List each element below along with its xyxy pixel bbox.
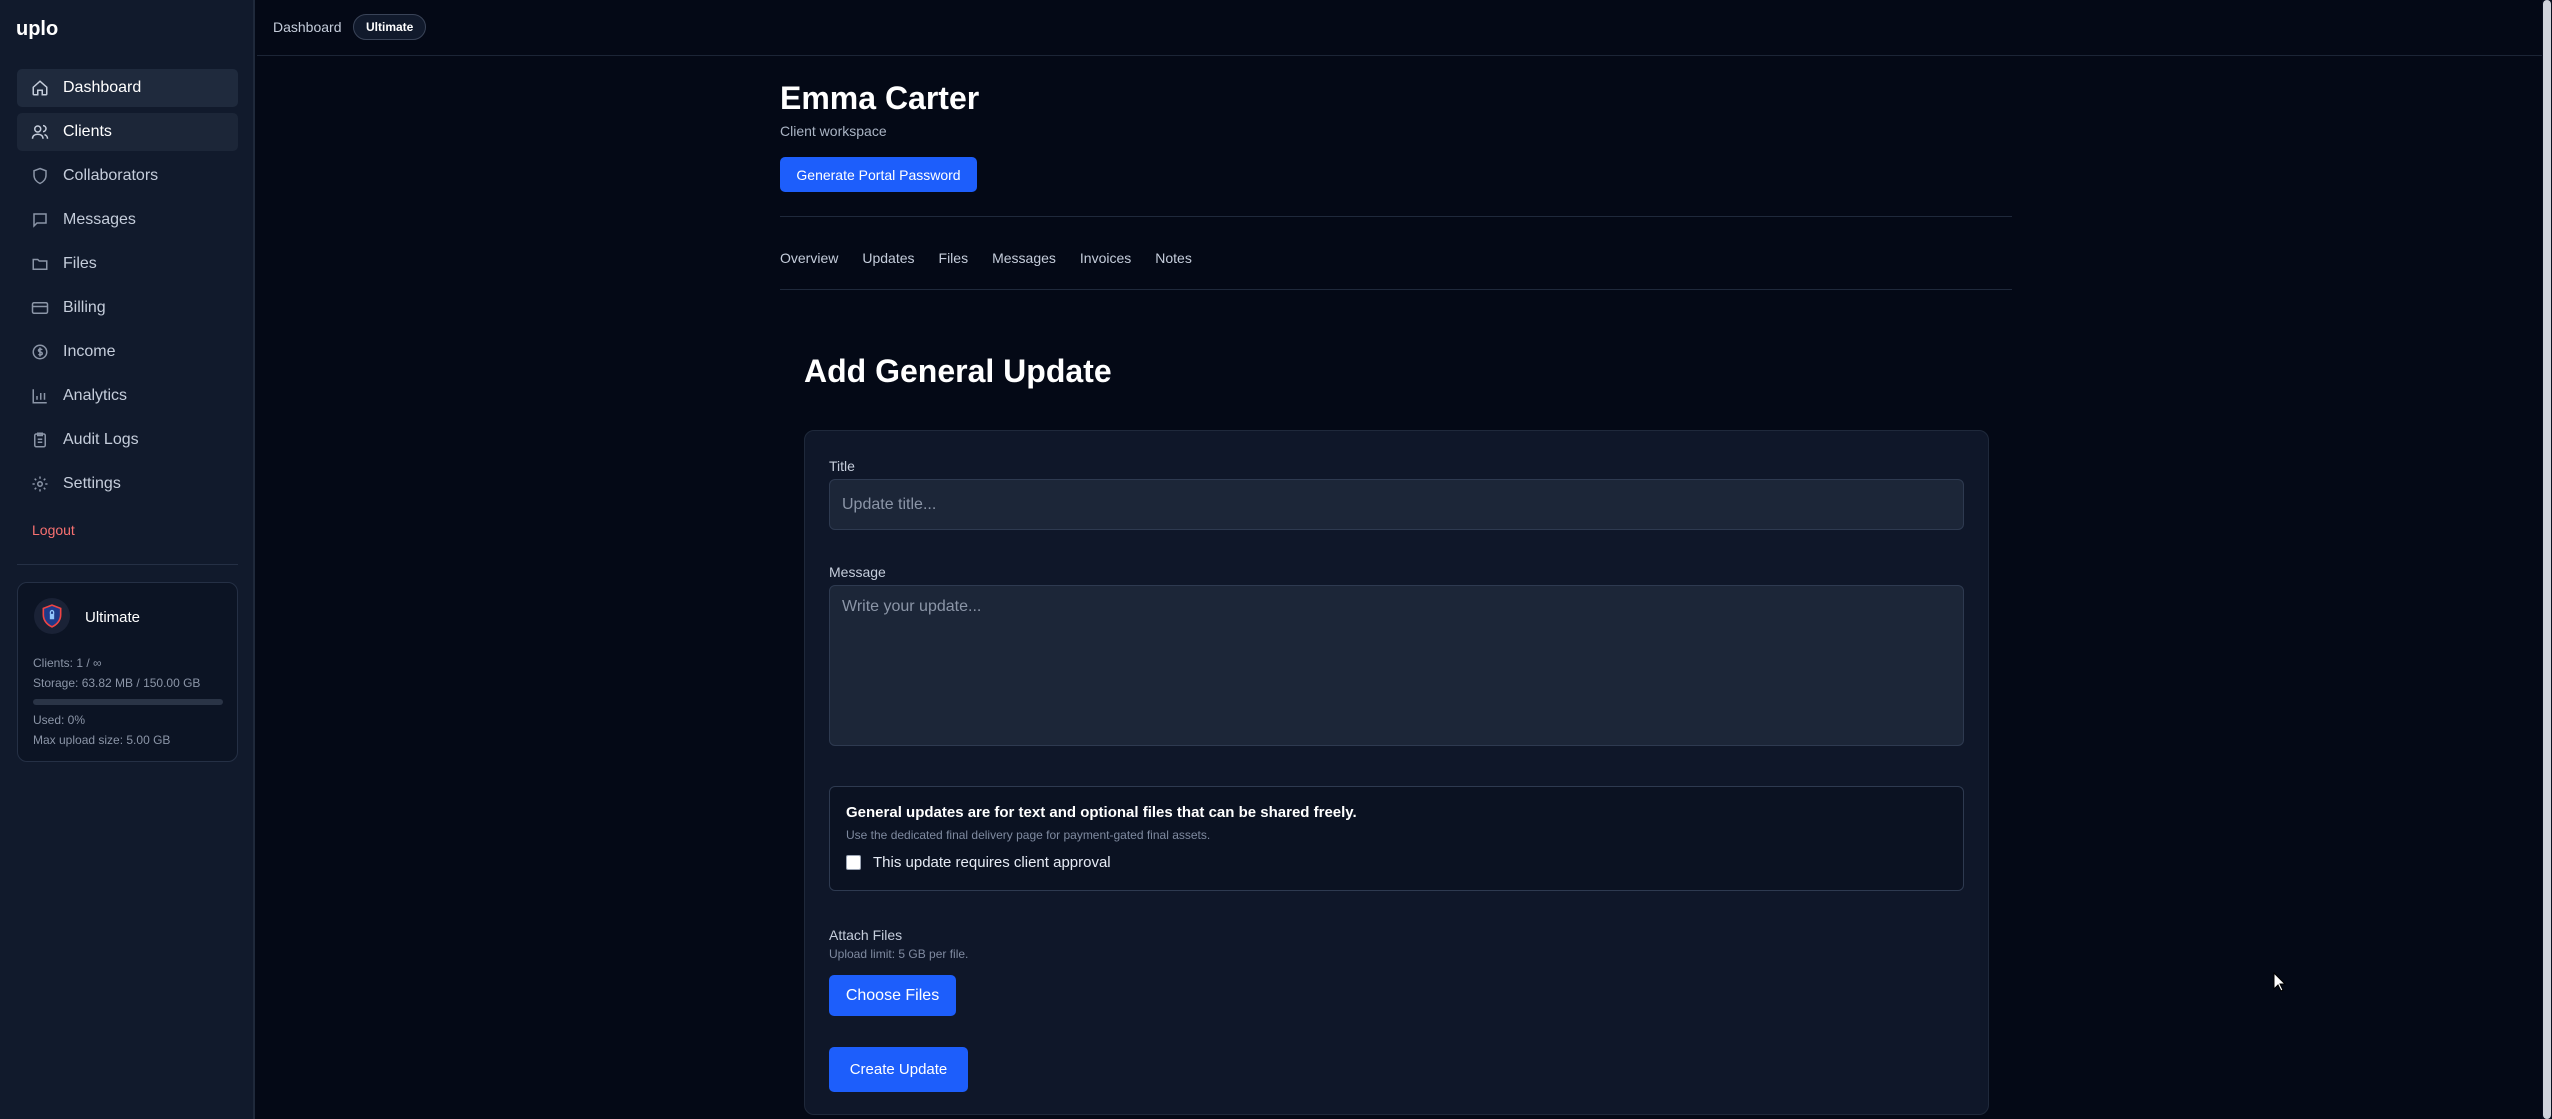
sidebar-item-analytics[interactable]: Analytics [17,377,238,415]
sidebar-item-label: Settings [63,475,121,492]
title-label: Title [829,458,855,474]
tab-messages[interactable]: Messages [992,250,1056,266]
create-update-button[interactable]: Create Update [829,1047,968,1092]
notice-title: General updates are for text and optiona… [846,804,1357,821]
section-title: Add General Update [804,353,1112,389]
sidebar-nav: Dashboard Clients Collaborators Messages [17,69,238,509]
message-label: Message [829,564,886,580]
storage-progress-bar [33,699,223,705]
divider [780,289,2012,290]
sidebar: uplo Dashboard Clients Collaborators Mes… [0,0,255,1119]
sidebar-item-dashboard[interactable]: Dashboard [17,69,238,107]
sidebar-item-settings[interactable]: Settings [17,465,238,503]
clipboard-icon [31,431,49,449]
brand-logo[interactable]: uplo [16,18,58,41]
plan-max-upload: Max upload size: 5.00 GB [33,733,171,747]
scrollbar-thumb[interactable] [2543,0,2551,1119]
sidebar-item-clients[interactable]: Clients [17,113,238,151]
logout-link[interactable]: Logout [32,522,75,538]
plan-badge: Ultimate [353,14,427,40]
sidebar-item-label: Clients [63,123,112,140]
tab-notes[interactable]: Notes [1155,250,1192,266]
tab-files[interactable]: Files [939,250,969,266]
dollar-circle-icon [31,343,49,361]
sidebar-item-income[interactable]: Income [17,333,238,371]
mouse-cursor-icon [2273,972,2287,992]
sidebar-item-label: Billing [63,299,106,316]
sidebar-item-files[interactable]: Files [17,245,238,283]
message-icon [31,211,49,229]
approval-checkbox-label[interactable]: This update requires client approval [873,854,1111,871]
sidebar-item-label: Income [63,343,116,360]
generate-portal-password-button[interactable]: Generate Portal Password [780,157,977,192]
sidebar-item-messages[interactable]: Messages [17,201,238,239]
approval-checkbox[interactable] [846,855,861,870]
top-bar: Dashboard Ultimate [257,0,2542,56]
approval-checkbox-row: This update requires client approval [846,854,1111,871]
home-icon [31,79,49,97]
sidebar-item-label: Collaborators [63,167,159,184]
plan-shield-icon [34,598,70,634]
sidebar-item-label: Messages [63,211,136,228]
upload-limit-text: Upload limit: 5 GB per file. [829,947,969,961]
choose-files-button[interactable]: Choose Files [829,975,956,1016]
client-tabs: Overview Updates Files Messages Invoices… [780,250,1192,266]
sidebar-item-audit-logs[interactable]: Audit Logs [17,421,238,459]
users-icon [31,123,49,141]
shield-icon [31,167,49,185]
app-root: uplo Dashboard Clients Collaborators Mes… [0,0,2552,1119]
plan-used: Used: 0% [33,713,86,727]
title-input[interactable] [829,479,1964,530]
client-name: Emma Carter [780,80,980,116]
scrollbar[interactable] [2542,0,2552,1119]
attach-files-label: Attach Files [829,927,903,943]
sidebar-item-label: Files [63,255,97,272]
plan-name: Ultimate [85,609,141,626]
divider [780,216,2012,217]
credit-card-icon [31,299,49,317]
plan-card: Ultimate Clients: 1 / ∞ Storage: 63.82 M… [17,582,238,762]
tab-updates[interactable]: Updates [862,250,914,266]
gear-icon [31,475,49,493]
sidebar-item-label: Dashboard [63,79,142,96]
sidebar-item-label: Analytics [63,387,128,404]
tab-invoices[interactable]: Invoices [1080,250,1131,266]
plan-clients: Clients: 1 / ∞ [33,656,102,670]
sidebar-item-collaborators[interactable]: Collaborators [17,157,238,195]
tab-overview[interactable]: Overview [780,250,838,266]
sidebar-divider [17,564,238,565]
sidebar-item-label: Audit Logs [63,431,139,448]
notice-subtitle: Use the dedicated final delivery page fo… [846,828,1211,842]
sidebar-item-billing[interactable]: Billing [17,289,238,327]
message-textarea[interactable] [829,585,1964,746]
plan-storage: Storage: 63.82 MB / 150.00 GB [33,676,201,690]
bar-chart-icon [31,387,49,405]
update-form: Title Message General updates are for te… [804,430,1989,1115]
folder-icon [31,255,49,273]
breadcrumb-dashboard[interactable]: Dashboard [273,19,342,35]
client-subtitle: Client workspace [780,123,887,139]
general-update-notice: General updates are for text and optiona… [829,786,1964,891]
